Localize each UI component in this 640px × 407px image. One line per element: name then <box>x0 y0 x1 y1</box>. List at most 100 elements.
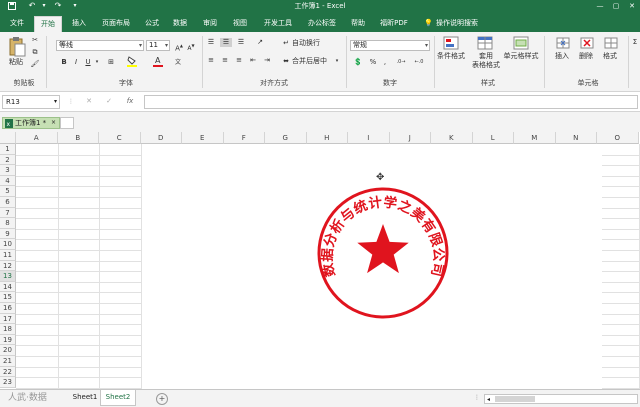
formula-input[interactable] <box>144 95 638 109</box>
column-header-i[interactable]: I <box>348 132 390 144</box>
align-right-icon[interactable]: ≡ <box>234 56 244 65</box>
format-as-table-icon[interactable] <box>476 36 494 50</box>
chevron-down-icon[interactable]: ▾ <box>334 57 340 66</box>
row-header-21[interactable]: 21 <box>0 356 16 367</box>
row-header-10[interactable]: 10 <box>0 239 16 250</box>
tab-help[interactable]: 帮助 <box>346 16 370 32</box>
insert-cells-button[interactable]: 插入 <box>550 52 574 61</box>
cell-styles-button[interactable]: 单元格样式 <box>502 52 540 61</box>
fill-color-icon[interactable] <box>126 56 138 70</box>
decrease-decimal-icon[interactable]: ←.0 <box>412 58 426 67</box>
autosum-icon[interactable]: Σ <box>630 38 640 47</box>
align-middle-icon[interactable]: ☰ <box>220 38 232 47</box>
chevron-down-icon[interactable]: ▾ <box>94 58 100 67</box>
cut-icon[interactable]: ✂ <box>30 36 40 45</box>
conditional-format-button[interactable]: 条件格式 <box>436 52 466 61</box>
insert-cells-icon[interactable] <box>554 36 572 50</box>
row-header-12[interactable]: 12 <box>0 260 16 272</box>
row-header-16[interactable]: 16 <box>0 303 16 314</box>
row-header-1[interactable]: 1 <box>0 144 16 155</box>
align-center-icon[interactable]: ≡ <box>220 56 230 65</box>
italic-button[interactable]: I <box>72 58 80 67</box>
paste-icon[interactable] <box>8 36 26 57</box>
phonetic-icon[interactable]: 文 <box>174 58 182 67</box>
delete-cells-button[interactable]: 删除 <box>574 52 598 61</box>
sheet-tab-sheet1[interactable]: Sheet1 <box>70 390 100 406</box>
tab-home[interactable]: 开始 <box>34 16 62 32</box>
tab-developer[interactable]: 开发工具 <box>258 16 298 32</box>
row-header-15[interactable]: 15 <box>0 292 16 303</box>
company-seal[interactable]: 数据分析与统计学之美有限公司 <box>310 180 456 326</box>
column-header-e[interactable]: E <box>182 132 224 144</box>
font-color-icon[interactable]: A <box>152 56 164 70</box>
column-header-g[interactable]: G <box>265 132 307 144</box>
format-as-table-label-1[interactable]: 套用 <box>472 52 500 61</box>
merge-center-icon[interactable]: ⬌ <box>280 57 292 66</box>
select-all-corner[interactable] <box>0 132 16 144</box>
conditional-format-icon[interactable] <box>442 36 460 50</box>
horizontal-scrollbar[interactable]: ◂ <box>484 394 638 404</box>
column-header-c[interactable]: C <box>99 132 141 144</box>
column-header-h[interactable]: H <box>306 132 348 144</box>
bold-button[interactable]: B <box>60 58 68 67</box>
row-header-8[interactable]: 8 <box>0 218 16 229</box>
copy-icon[interactable]: ⧉ <box>30 48 40 57</box>
row-header-6[interactable]: 6 <box>0 197 16 208</box>
align-top-icon[interactable]: ☰ <box>206 38 216 47</box>
undo-icon[interactable]: ↶ <box>26 0 38 12</box>
tab-office-tab[interactable]: 办公标签 <box>302 16 342 32</box>
tab-formulas[interactable]: 公式 <box>140 16 164 32</box>
minimize-icon[interactable]: — <box>592 0 608 12</box>
close-icon[interactable]: ✕ <box>624 0 640 12</box>
row-header-18[interactable]: 18 <box>0 324 16 335</box>
customize-icon[interactable]: ▾ <box>70 0 80 12</box>
format-painter-icon[interactable]: 🖌 <box>30 60 40 69</box>
increase-font-icon[interactable]: A▲ <box>174 41 184 53</box>
scroll-thumb[interactable] <box>495 396 535 402</box>
workbook-tab[interactable]: x 工作簿1 * × <box>2 117 60 129</box>
delete-cells-icon[interactable] <box>578 36 596 50</box>
tab-file[interactable]: 文件 <box>4 16 30 32</box>
decrease-indent-icon[interactable]: ⇤ <box>248 56 258 65</box>
row-header-4[interactable]: 4 <box>0 175 16 187</box>
tab-insert[interactable]: 插入 <box>66 16 92 32</box>
close-icon[interactable]: × <box>51 118 56 128</box>
comma-icon[interactable]: , <box>380 58 390 67</box>
row-header-22[interactable]: 22 <box>0 366 16 378</box>
format-cells-button[interactable]: 格式 <box>598 52 622 61</box>
name-box[interactable]: R13 ▾ <box>2 95 60 109</box>
currency-icon[interactable]: 💲 <box>352 58 364 67</box>
increase-decimal-icon[interactable]: .0→ <box>394 58 408 67</box>
column-header-j[interactable]: J <box>389 132 431 144</box>
column-header-d[interactable]: D <box>140 132 182 144</box>
row-header-23[interactable]: 23 <box>0 377 16 388</box>
more-options-icon[interactable]: ⋮ <box>474 394 480 401</box>
format-cells-icon[interactable] <box>602 36 620 50</box>
sheet-tab-sheet2[interactable]: Sheet2 <box>100 390 136 406</box>
orientation-icon[interactable]: ↗ <box>254 38 266 47</box>
merge-center-button[interactable]: 合并后居中 <box>292 57 327 66</box>
align-bottom-icon[interactable]: ☰ <box>236 38 246 47</box>
column-header-m[interactable]: M <box>514 132 556 144</box>
borders-icon[interactable]: ⊞ <box>106 58 116 67</box>
add-sheet-icon[interactable]: + <box>156 393 168 405</box>
undo-dropdown-icon[interactable]: ▾ <box>40 0 48 12</box>
row-header-14[interactable]: 14 <box>0 281 16 293</box>
column-header-k[interactable]: K <box>431 132 473 144</box>
font-size-select[interactable]: 11 ▾ <box>146 40 170 51</box>
format-as-table-label-2[interactable]: 表格格式 <box>470 61 502 70</box>
wrap-text-button[interactable]: 自动换行 <box>292 39 320 48</box>
tab-review[interactable]: 审阅 <box>198 16 222 32</box>
column-header-f[interactable]: F <box>223 132 265 144</box>
lightbulb-icon[interactable]: 💡 <box>424 16 433 30</box>
paste-button[interactable]: 粘贴 <box>4 58 28 67</box>
row-header-3[interactable]: 3 <box>0 165 16 176</box>
save-icon[interactable] <box>6 0 18 12</box>
column-header-a[interactable]: A <box>16 132 58 144</box>
worksheet-grid[interactable]: ABCDEFGHIJKLMNO 1 2 3 4 5 6 7 8 9 10 11 12 13 14 15 16 1… <box>0 132 640 389</box>
row-header-19[interactable]: 19 <box>0 334 16 346</box>
scroll-left-icon[interactable]: ◂ <box>487 395 490 404</box>
tab-view[interactable]: 视图 <box>228 16 252 32</box>
row-header-7[interactable]: 7 <box>0 207 16 219</box>
row-header-9[interactable]: 9 <box>0 228 16 240</box>
